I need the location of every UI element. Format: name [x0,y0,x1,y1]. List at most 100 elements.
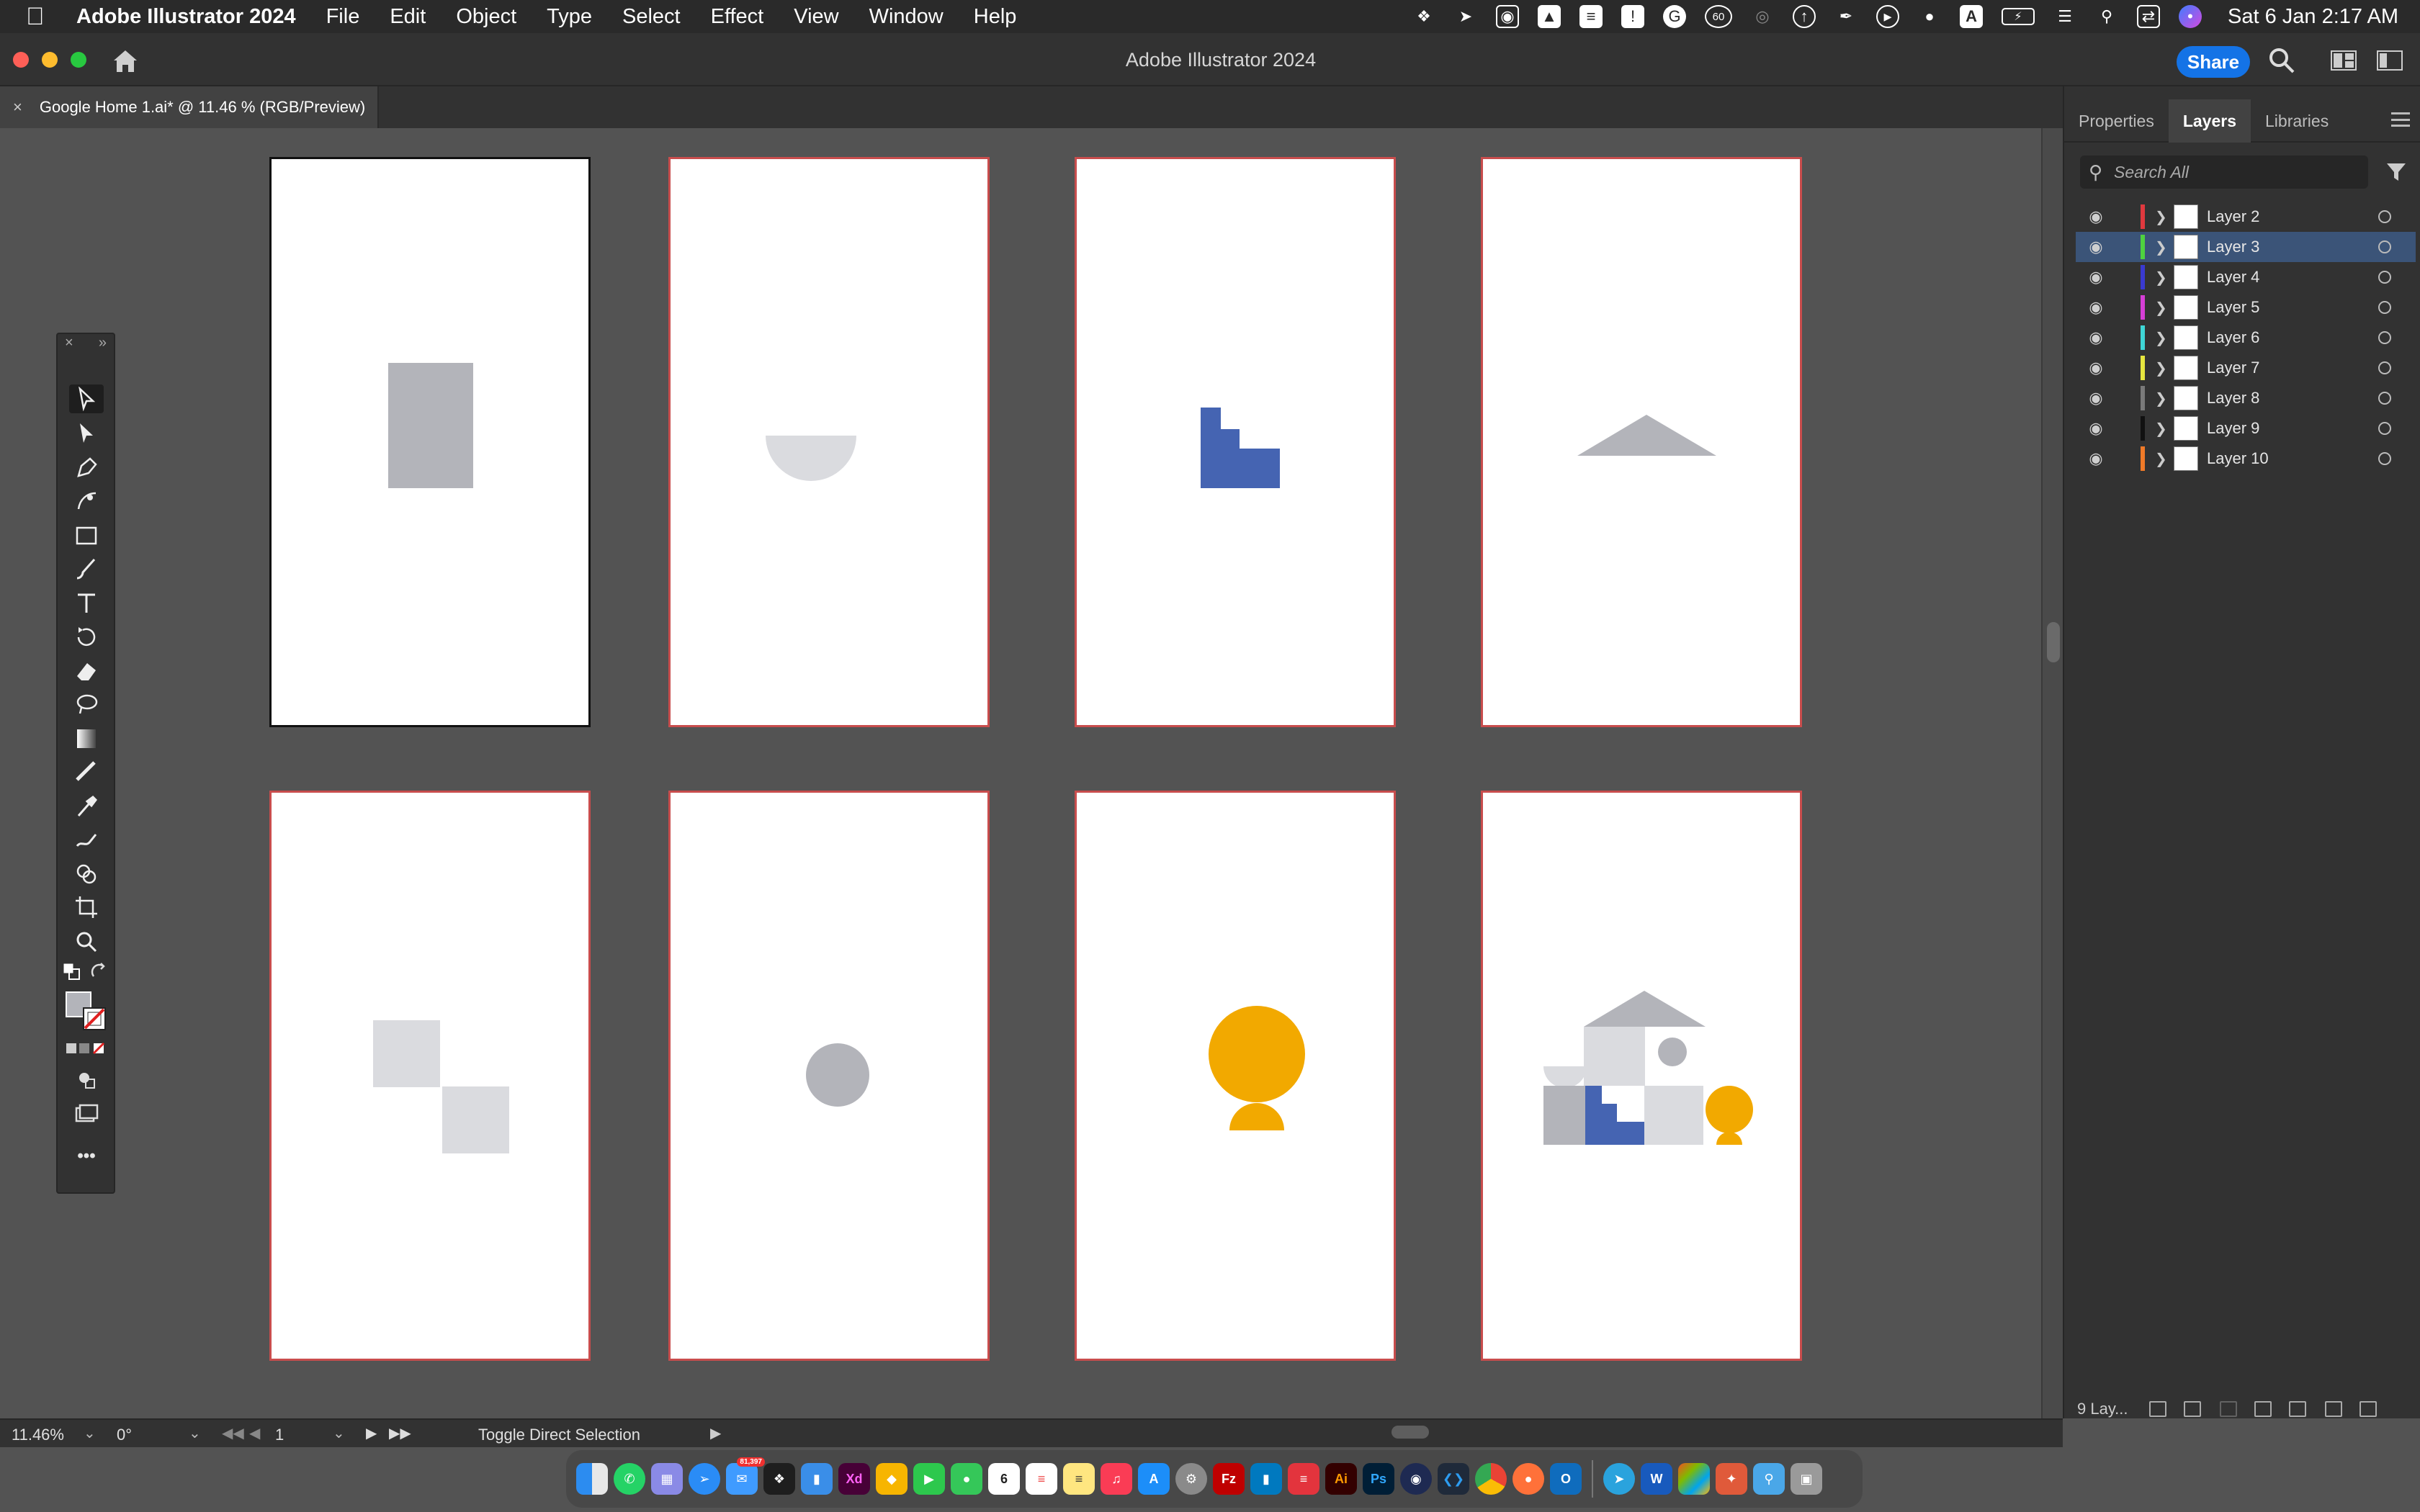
layer-name[interactable]: Layer 8 [2207,389,2378,408]
layer-target-icon[interactable] [2378,331,2391,344]
filter-icon[interactable] [2385,161,2407,183]
drive-status-icon[interactable]: ▲ [1538,5,1561,28]
panel-toggle-icon[interactable] [2377,50,2403,71]
grammarly-status-icon[interactable]: G [1663,5,1687,28]
chevron-right-icon[interactable]: ❯ [2155,299,2174,317]
artboard-1[interactable] [269,157,591,727]
menu-window[interactable]: Window [869,5,944,29]
layer-row[interactable]: ◉ ❯ Layer 3 [2076,232,2416,262]
badge-status-icon[interactable]: 60 [1705,5,1733,28]
figma-icon[interactable]: ❖ [763,1463,795,1495]
office-icon[interactable] [1678,1463,1710,1495]
layer-target-icon[interactable] [2378,271,2391,284]
siri-icon[interactable]: • [2179,5,2202,28]
chevron-right-icon[interactable]: ❯ [2155,329,2174,347]
menu-type[interactable]: Type [547,5,592,29]
chrome-icon[interactable] [1475,1463,1507,1495]
firefox-icon[interactable]: ● [1512,1463,1544,1495]
outlook-icon[interactable]: O [1550,1463,1582,1495]
zoom-level[interactable]: 11.46% [12,1426,64,1444]
document-tab[interactable]: × Google Home 1.ai* @ 11.46 % (RGB/Previ… [0,86,379,128]
layer-search-input[interactable]: ⚲ Search All [2080,156,2368,189]
panel-menu-icon[interactable] [2391,112,2410,127]
visibility-eye-icon[interactable]: ◉ [2076,449,2116,468]
swap-colors-icon[interactable] [89,962,111,982]
screen-mode-icon[interactable] [69,1100,104,1129]
horizontal-scrollbar[interactable] [733,1418,2030,1446]
puppet-warp-tool-icon[interactable] [69,825,104,854]
visibility-eye-icon[interactable]: ◉ [2076,268,2116,287]
photoshop-icon[interactable]: Ps [1363,1463,1394,1495]
search-icon[interactable] [2267,46,2296,75]
apple-icon[interactable]:  [26,3,55,31]
layer-target-icon[interactable] [2378,392,2391,405]
status-text[interactable]: Toggle Direct Selection [478,1426,640,1444]
app-store-icon[interactable]: A [1138,1463,1170,1495]
figma-status-icon[interactable]: ❖ [1412,5,1435,28]
make-clipping-mask-icon[interactable] [2220,1401,2237,1417]
trash-icon[interactable] [2360,1401,2377,1417]
draw-mode-icon[interactable] [69,1066,104,1094]
wifi-icon[interactable]: ☰ [2053,5,2076,28]
artboard-tool-icon[interactable] [69,893,104,922]
layer-name[interactable]: Layer 7 [2207,359,2378,377]
lasso-tool-icon[interactable] [69,690,104,719]
layer-target-icon[interactable] [2378,361,2391,374]
horizontal-scroll-thumb[interactable] [1392,1426,1429,1439]
default-colors-icon[interactable] [62,962,84,982]
vertical-scrollbar[interactable] [2041,128,2063,1418]
layer-target-icon[interactable] [2378,240,2391,253]
status-menu-arrow-icon[interactable]: ▶ [710,1424,721,1442]
stack-app-icon[interactable]: ≡ [1288,1463,1319,1495]
locate-object-icon[interactable] [2184,1401,2201,1417]
layer-row[interactable]: ◉ ❯ Layer 2 [2076,202,2416,232]
rotation-dropdown-icon[interactable]: ⌄ [189,1424,201,1442]
artboard-8[interactable] [1481,791,1802,1361]
eyedropper-tool-icon[interactable] [69,792,104,821]
paintbrush-tool-icon[interactable] [69,554,104,583]
arrange-documents-icon[interactable] [2331,50,2357,71]
eraser-tool-icon[interactable] [69,657,104,685]
create-new-layer-icon[interactable] [2289,1401,2306,1417]
reminders-icon[interactable]: ≡ [1026,1463,1057,1495]
battery-icon[interactable]: ⚡ [2002,8,2035,25]
type-tool-icon[interactable] [69,589,104,618]
tab-layers[interactable]: Layers [2168,99,2251,143]
chevron-right-icon[interactable]: ❯ [2155,269,2174,287]
layer-row[interactable]: ◉ ❯ Layer 9 [2076,413,2416,444]
menu-view[interactable]: View [794,5,838,29]
close-toolbar-icon[interactable]: × [65,334,73,351]
pen-status-icon[interactable]: ✒ [1834,5,1857,28]
close-document-icon[interactable]: × [13,98,22,117]
system-settings-icon[interactable]: ⚙ [1175,1463,1207,1495]
stack-status-icon[interactable]: ≡ [1579,5,1603,28]
menu-object[interactable]: Object [456,5,516,29]
pen-tool-icon[interactable] [69,454,104,482]
shape-builder-tool-icon[interactable] [69,860,104,888]
visibility-eye-icon[interactable]: ◉ [2076,207,2116,226]
rectangle-tool-icon[interactable] [69,521,104,550]
chevron-right-icon[interactable]: ❯ [2155,390,2174,408]
whatsapp-icon[interactable]: ✆ [614,1463,645,1495]
rotation-angle[interactable]: 0° [117,1426,132,1444]
layer-name[interactable]: Layer 10 [2207,449,2378,468]
utility-app-icon[interactable]: ✦ [1716,1463,1747,1495]
camera-status-icon[interactable]: ◉ [1496,5,1520,28]
finder-icon[interactable] [576,1463,608,1495]
layer-name[interactable]: Layer 5 [2207,298,2378,317]
filezilla-icon[interactable]: Fz [1213,1463,1245,1495]
first-artboard-icon[interactable]: ◀◀ [222,1424,244,1442]
layer-name[interactable]: Layer 3 [2207,238,2378,256]
layer-name[interactable]: Layer 4 [2207,268,2378,287]
zoom-tool-icon[interactable] [69,927,104,956]
layer-row[interactable]: ◉ ❯ Layer 4 [2076,262,2416,292]
next-artboard-icon[interactable]: ▶ [366,1424,377,1442]
curvature-tool-icon[interactable] [69,487,104,516]
visibility-eye-icon[interactable]: ◉ [2076,419,2116,438]
messages-icon[interactable]: ● [951,1463,982,1495]
telegram-icon[interactable]: ➤ [1603,1463,1635,1495]
adobe-xd-icon[interactable]: Xd [838,1463,870,1495]
visibility-eye-icon[interactable]: ◉ [2076,389,2116,408]
color-mode-icons[interactable] [65,1040,109,1058]
layer-name[interactable]: Layer 2 [2207,207,2378,226]
